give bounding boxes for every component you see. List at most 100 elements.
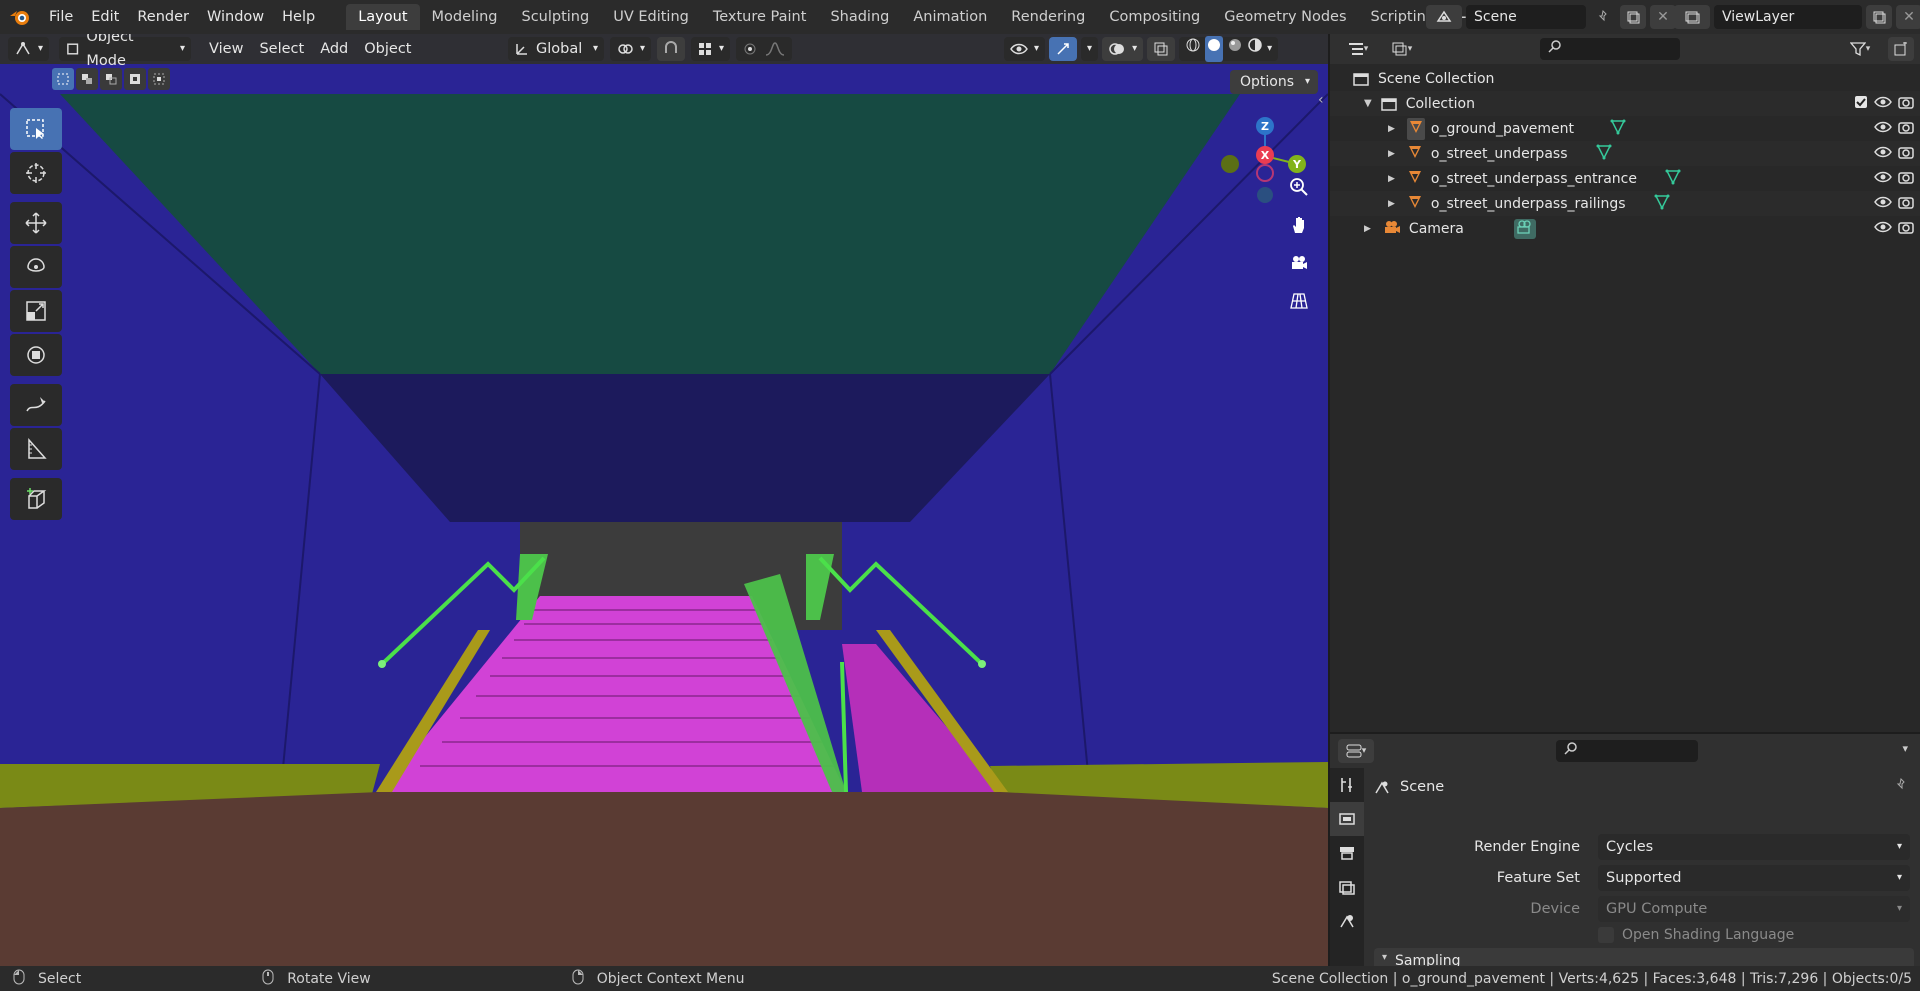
transform-orientation-dropdown[interactable]: Global ▾ (508, 37, 604, 61)
eye-icon[interactable] (1874, 170, 1892, 188)
scene-selector-icon[interactable] (1426, 5, 1462, 29)
mesh-data-icon[interactable] (1596, 144, 1612, 164)
menu-add[interactable]: Add (312, 37, 356, 61)
add-cube-tool-icon[interactable] (10, 478, 62, 520)
outliner-row-street-underpass[interactable]: ▶ o_street_underpass (1330, 141, 1920, 166)
camera-data-icon[interactable] (1513, 218, 1536, 239)
mesh-data-icon[interactable] (1665, 169, 1681, 189)
editor-type-icon[interactable]: ▾ (8, 37, 50, 61)
tool-tab-icon[interactable] (1330, 768, 1364, 802)
menu-help[interactable]: Help (273, 0, 324, 34)
select-box-tool-icon[interactable] (10, 108, 62, 150)
select-invert-icon[interactable] (124, 68, 146, 90)
eye-icon[interactable] (1874, 120, 1892, 138)
tab-layout[interactable]: Layout (346, 4, 420, 30)
sampling-panel-header[interactable]: ▾ Sampling (1374, 948, 1914, 966)
blender-logo-icon[interactable] (0, 0, 40, 34)
outliner-editor-type-icon[interactable]: ▾ (1338, 37, 1378, 61)
osl-checkbox[interactable] (1598, 927, 1614, 943)
pin-icon[interactable] (1590, 5, 1616, 29)
pivot-point-icon[interactable]: ▾ (610, 37, 652, 61)
gizmo-toggle-icon[interactable] (1049, 37, 1078, 61)
feature-set-dropdown[interactable]: Supported ▾ (1598, 865, 1910, 891)
measure-tool-icon[interactable] (10, 428, 62, 470)
expand-arrow-icon[interactable]: ▶ (1388, 124, 1395, 134)
transform-tool-icon[interactable] (10, 334, 62, 376)
menu-view[interactable]: View (201, 37, 251, 61)
expand-arrow-icon[interactable]: ▶ (1388, 174, 1395, 184)
perspective-toggle-icon[interactable] (1284, 286, 1314, 316)
outliner-row-street-underpass-entrance[interactable]: ▶ o_street_underpass_entrance (1330, 166, 1920, 191)
eye-icon[interactable] (1874, 195, 1892, 213)
render-engine-dropdown[interactable]: Cycles ▾ (1598, 834, 1910, 860)
render-camera-icon[interactable] (1898, 120, 1914, 138)
render-camera-icon[interactable] (1898, 220, 1914, 238)
eye-icon[interactable] (1874, 95, 1892, 113)
tab-sculpting[interactable]: Sculpting (509, 4, 601, 30)
mode-selector[interactable]: Object Mode ▾ (59, 34, 192, 69)
tab-uv-editing[interactable]: UV Editing (601, 4, 701, 30)
move-tool-icon[interactable] (10, 202, 62, 244)
outliner-row-ground-pavement[interactable]: ▶ o_ground_pavement (1330, 116, 1920, 141)
view-layer-field[interactable]: ViewLayer (1714, 5, 1862, 29)
view-layer-selector-icon[interactable] (1674, 5, 1710, 29)
tab-modeling[interactable]: Modeling (420, 4, 510, 30)
tab-shading[interactable]: Shading (818, 4, 901, 30)
3d-viewport[interactable]: ▾ Object Mode ▾ View Select Add Object G… (0, 34, 1328, 966)
select-subtract-icon[interactable] (100, 68, 122, 90)
display-mode-icon[interactable]: ▾ (1382, 37, 1422, 61)
scene-name-field[interactable]: Scene (1466, 5, 1586, 29)
collapse-arrow-icon[interactable]: ▼ (1364, 98, 1372, 109)
annotate-tool-icon[interactable] (10, 384, 62, 426)
gizmo-dropdown-icon[interactable]: ▾ (1081, 37, 1099, 61)
properties-search-input[interactable] (1556, 740, 1698, 762)
select-new-icon[interactable] (52, 68, 74, 90)
select-intersect-icon[interactable] (148, 68, 170, 90)
new-view-layer-icon[interactable] (1866, 5, 1892, 29)
pan-hand-icon[interactable] (1284, 210, 1314, 240)
proportional-edit-icon[interactable] (736, 37, 793, 61)
select-extend-icon[interactable] (76, 68, 98, 90)
tab-compositing[interactable]: Compositing (1097, 4, 1212, 30)
camera-view-icon[interactable] (1284, 248, 1314, 278)
tab-geometry-nodes[interactable]: Geometry Nodes (1212, 4, 1358, 30)
menu-file[interactable]: File (40, 0, 82, 34)
shading-dropdown-icon[interactable]: ▾ (1267, 37, 1272, 61)
outliner-row-scene-collection[interactable]: Scene Collection (1330, 66, 1920, 91)
mesh-data-icon[interactable] (1610, 119, 1626, 139)
render-camera-icon[interactable] (1898, 145, 1914, 163)
rendered-shading-icon[interactable] (1247, 37, 1263, 61)
eye-icon[interactable] (1874, 220, 1892, 238)
solid-shading-icon[interactable] (1205, 36, 1224, 62)
outliner-row-street-underpass-railings[interactable]: ▶ o_street_underpass_railings (1330, 191, 1920, 216)
device-dropdown[interactable]: GPU Compute ▾ (1598, 896, 1910, 922)
menu-window[interactable]: Window (198, 0, 273, 34)
visibility-icon[interactable]: ▾ (1004, 37, 1046, 61)
expand-arrow-icon[interactable]: ▶ (1388, 149, 1395, 159)
outliner-search-input[interactable] (1540, 38, 1680, 60)
pin-icon[interactable] (1894, 777, 1908, 796)
expand-arrow-icon[interactable]: ▶ (1364, 224, 1371, 234)
xray-toggle-icon[interactable] (1147, 37, 1176, 61)
filter-icon[interactable]: ▾ (1842, 37, 1878, 61)
new-collection-icon[interactable] (1888, 37, 1914, 61)
tab-texture-paint[interactable]: Texture Paint (701, 4, 819, 30)
render-tab-icon[interactable] (1330, 802, 1364, 836)
render-camera-icon[interactable] (1898, 195, 1914, 213)
outliner-row-camera[interactable]: ▶ Camera (1330, 216, 1920, 241)
delete-view-layer-icon[interactable]: ✕ (1896, 5, 1920, 29)
menu-object[interactable]: Object (356, 37, 419, 61)
zoom-icon[interactable] (1284, 172, 1314, 202)
cursor-tool-icon[interactable] (10, 152, 62, 194)
mesh-data-icon[interactable] (1654, 194, 1670, 214)
delete-scene-icon[interactable]: ✕ (1650, 5, 1676, 29)
menu-render[interactable]: Render (128, 0, 198, 34)
material-shading-icon[interactable] (1227, 37, 1243, 61)
eye-icon[interactable] (1874, 145, 1892, 163)
rotate-tool-icon[interactable] (10, 246, 62, 288)
menu-select[interactable]: Select (251, 37, 312, 61)
properties-editor-type-icon[interactable]: ▾ (1338, 739, 1374, 763)
snap-target-icon[interactable]: ▾ (691, 37, 731, 61)
sidebar-toggle-icon[interactable]: ‹ (1318, 92, 1324, 108)
expand-arrow-icon[interactable]: ▶ (1388, 199, 1395, 209)
